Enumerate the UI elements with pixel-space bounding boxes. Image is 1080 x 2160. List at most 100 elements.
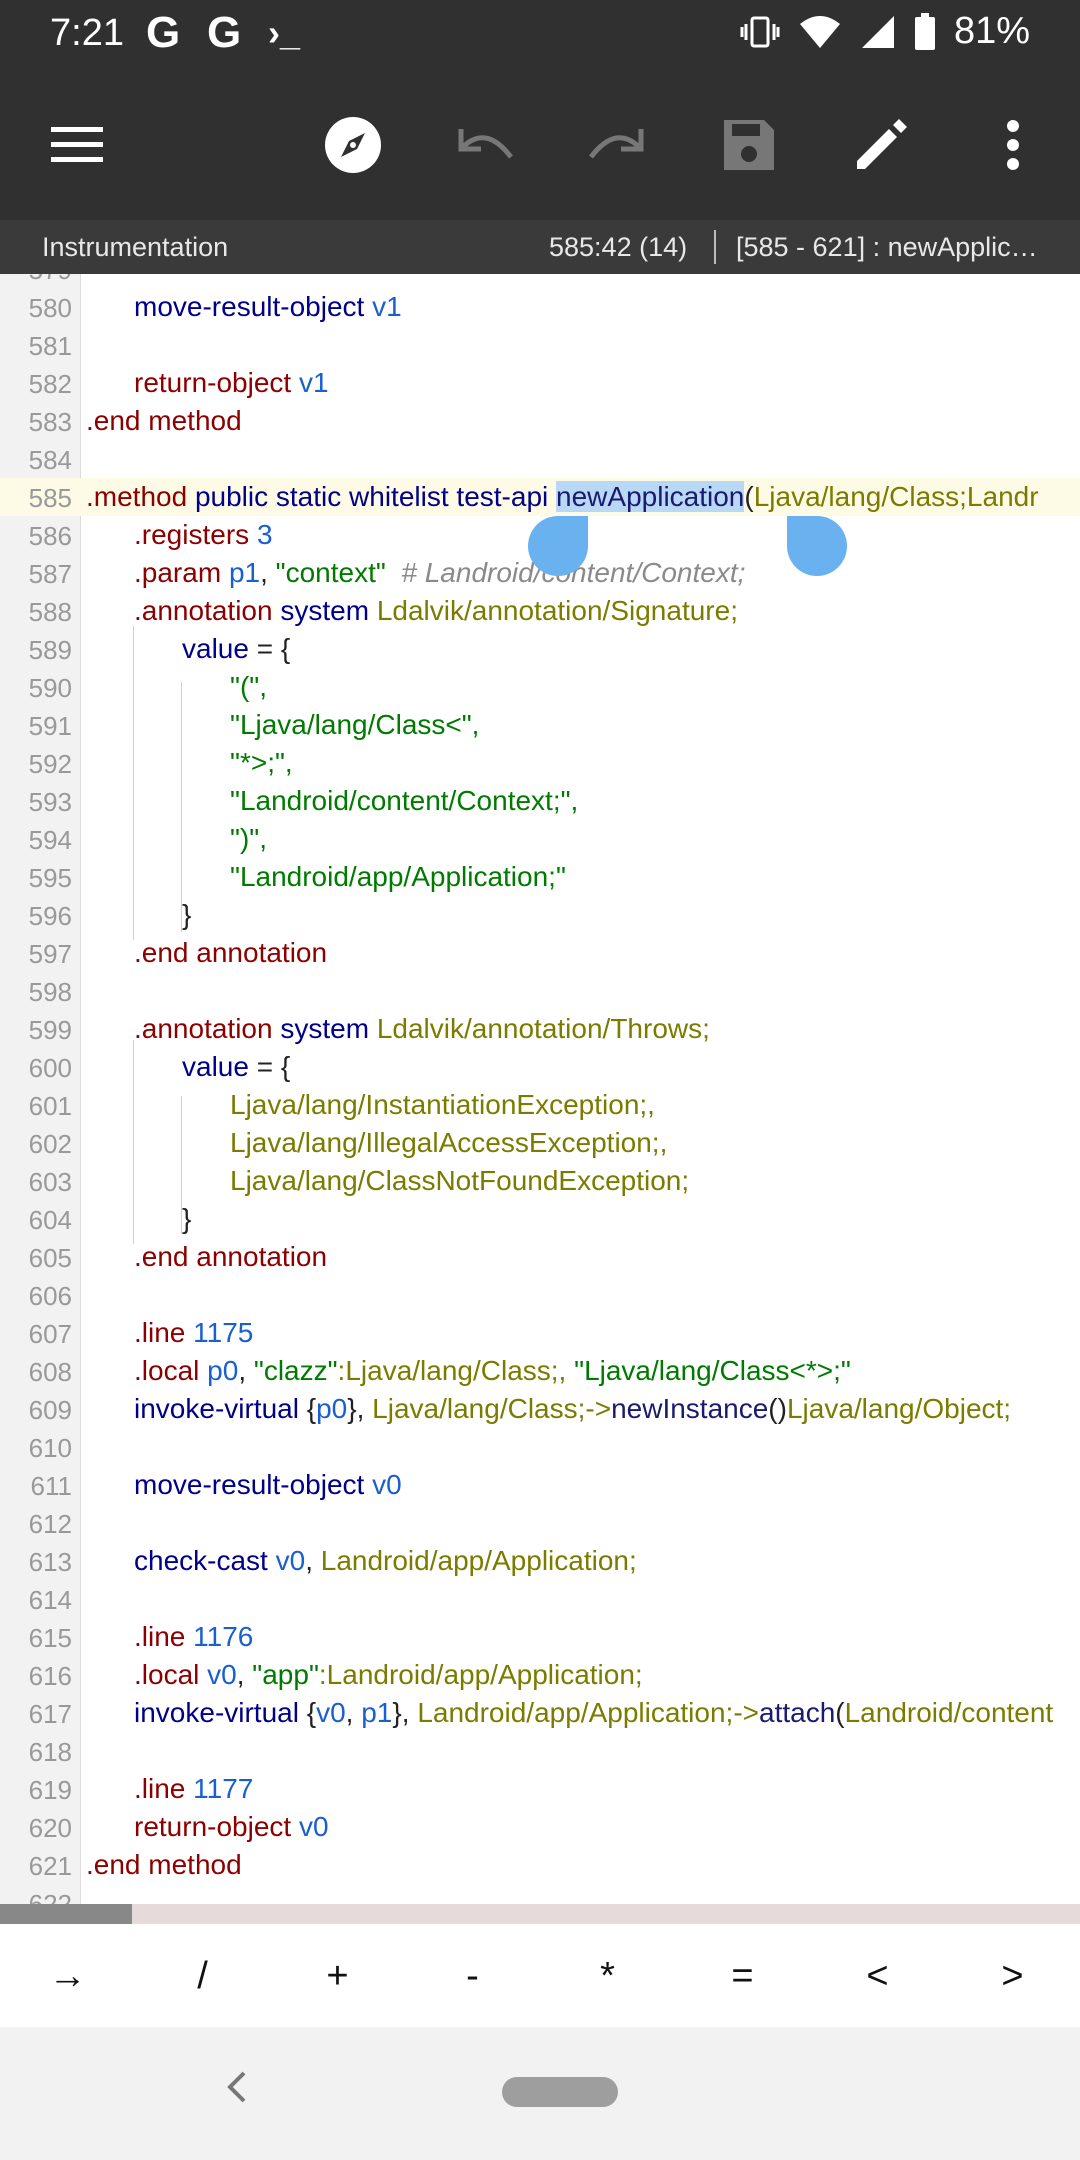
code-line: 602 Ljava/lang/IllegalAccessException;, [0, 1124, 1080, 1162]
key-greater-than[interactable]: > [945, 1925, 1080, 2027]
line-number: 616 [28, 1661, 72, 1691]
key-slash[interactable]: / [135, 1925, 270, 2027]
line-number: 592 [28, 749, 72, 779]
line-number: 589 [28, 635, 72, 665]
google-notification-icon-2: G [207, 8, 242, 57]
line-number: 604 [28, 1205, 72, 1235]
selection-end-handle[interactable] [787, 516, 847, 576]
current-code-line: 585 .method public static whitelist test… [0, 478, 1080, 516]
line-number: 594 [28, 825, 72, 855]
line-number: 582 [28, 369, 72, 399]
method-range[interactable]: [585 - 621] : newApplic… [736, 232, 1038, 263]
code-text: .end annotation [134, 937, 328, 968]
key-asterisk[interactable]: * [540, 1925, 675, 2027]
line-number: 614 [28, 1585, 72, 1615]
line-number: 615 [28, 1623, 72, 1653]
code-text: return-object v0 [134, 1811, 329, 1842]
battery-icon [914, 12, 935, 50]
code-text: .local p0, "clazz":Ljava/lang/Class;, "L… [134, 1355, 851, 1386]
code-line: 580 move-result-object v1 [0, 288, 1080, 326]
code-line: 603 Ljava/lang/ClassNotFoundException; [0, 1162, 1080, 1200]
status-icons: 81% [740, 10, 1030, 53]
code-text: value = { [182, 1051, 291, 1082]
wifi-icon [799, 15, 840, 48]
cursor-position: 585:42 (14) [549, 232, 688, 262]
code-line: 620 return-object v0 [0, 1808, 1080, 1846]
compass-icon[interactable] [313, 105, 393, 185]
info-divider [714, 230, 716, 264]
code-text: "Landroid/content/Context;", [230, 785, 579, 816]
code-line: 604 } [0, 1200, 1080, 1238]
system-nav-bar [0, 2027, 1080, 2160]
line-number: 591 [28, 711, 72, 741]
back-icon[interactable] [224, 2069, 248, 2115]
code-line: 596 } [0, 896, 1080, 934]
terminal-notification-icon: ›_ [268, 12, 301, 53]
code-text: invoke-virtual {p0}, Ljava/lang/Class;->… [134, 1393, 1012, 1424]
code-line: 614 [0, 1580, 1080, 1618]
line-number: 595 [28, 863, 72, 893]
editor-info-bar: Instrumentation 585:42 (14) [585 - 621] … [0, 220, 1080, 274]
code-line: 601 Ljava/lang/InstantiationException;, [0, 1086, 1080, 1124]
line-number: 612 [28, 1509, 72, 1539]
key-equals[interactable]: = [675, 1925, 810, 2027]
code-line: 608 .local p0, "clazz":Ljava/lang/Class;… [0, 1352, 1080, 1390]
code-text: .line 1175 [134, 1317, 254, 1348]
code-line: 609 invoke-virtual {p0}, Ljava/lang/Clas… [0, 1390, 1080, 1428]
code-line: 593 "Landroid/content/Context;", [0, 782, 1080, 820]
edit-icon[interactable] [841, 105, 921, 185]
line-number: 608 [28, 1357, 72, 1387]
code-line: 597 .end annotation [0, 934, 1080, 972]
code-line: 582 return-object v1 [0, 364, 1080, 402]
code-text: move-result-object v0 [134, 1469, 402, 1500]
more-vert-icon[interactable] [973, 105, 1053, 185]
line-number: 585 [28, 483, 72, 513]
editor-toolbar [0, 70, 1080, 220]
code-text: ")", [230, 823, 267, 854]
code-line: 615 .line 1176 [0, 1618, 1080, 1656]
code-line: 591 "Ljava/lang/Class<", [0, 706, 1080, 744]
code-line: 589 value = { [0, 630, 1080, 668]
line-number: 620 [28, 1813, 72, 1843]
scrollbar-thumb[interactable] [0, 1904, 132, 1924]
line-number: 610 [28, 1433, 72, 1463]
code-text: .annotation system Ldalvik/annotation/Si… [134, 595, 738, 626]
code-line: 588 .annotation system Ldalvik/annotatio… [0, 592, 1080, 630]
code-text: .end annotation [134, 1241, 328, 1272]
line-number: 584 [28, 445, 72, 475]
vibrate-icon [740, 16, 780, 47]
home-pill[interactable] [502, 2077, 618, 2107]
redo-icon[interactable] [577, 105, 657, 185]
key-minus[interactable]: - [405, 1925, 540, 2027]
code-line: 621 .end method [0, 1846, 1080, 1884]
code-line: 605 .end annotation [0, 1238, 1080, 1276]
code-text: .line 1177 [134, 1773, 254, 1804]
code-line: 590 "(", [0, 668, 1080, 706]
code-text: .annotation system Ldalvik/annotation/Th… [134, 1013, 710, 1044]
code-line: 606 [0, 1276, 1080, 1314]
key-arrow[interactable]: → [0, 1925, 135, 2027]
line-number: 583 [28, 407, 72, 437]
undo-icon[interactable] [445, 105, 525, 185]
signal-icon [861, 15, 894, 48]
battery-percent: 81% [953, 10, 1030, 52]
code-line: 592 "*>;", [0, 744, 1080, 782]
code-text: return-object v1 [134, 367, 329, 398]
line-number: 613 [28, 1547, 72, 1577]
horizontal-scrollbar[interactable] [0, 1904, 1080, 1924]
save-icon[interactable] [709, 105, 789, 185]
menu-icon[interactable] [37, 105, 117, 185]
selection-start-handle[interactable] [528, 516, 588, 576]
line-number: 581 [28, 331, 72, 361]
code-text: "*>;", [230, 747, 293, 778]
code-line: 611 move-result-object v0 [0, 1466, 1080, 1504]
code-text: .end method [86, 1849, 242, 1880]
code-line: 595 "Landroid/app/Application;" [0, 858, 1080, 896]
key-less-than[interactable]: < [810, 1925, 945, 2027]
key-plus[interactable]: + [270, 1925, 405, 2027]
code-editor[interactable]: 579 580 move-result-object v1 581 582 re… [0, 274, 1080, 1906]
line-number: 599 [28, 1015, 72, 1045]
code-line: 581 [0, 326, 1080, 364]
code-text: .method public static whitelist test-api… [86, 481, 1039, 512]
code-line: 600 value = { [0, 1048, 1080, 1086]
